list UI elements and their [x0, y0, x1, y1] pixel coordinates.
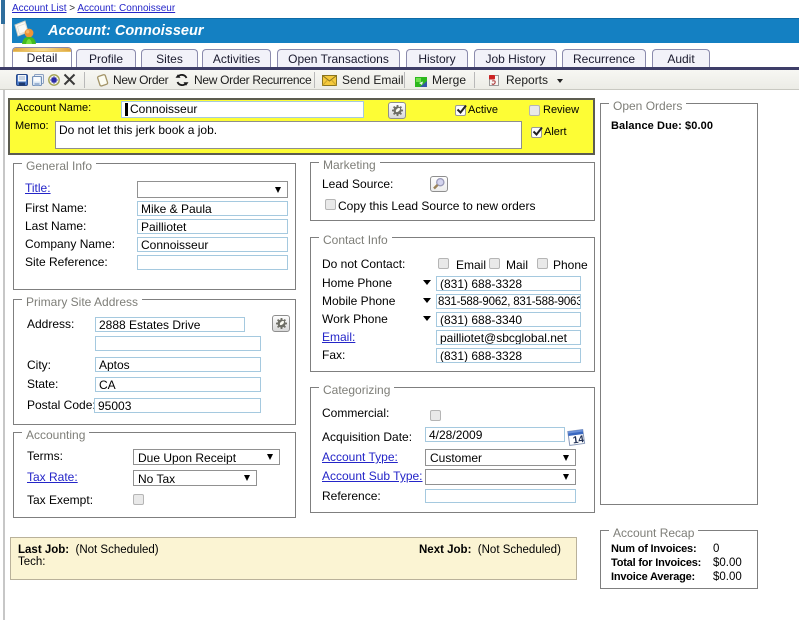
- svg-text:14: 14: [572, 434, 585, 447]
